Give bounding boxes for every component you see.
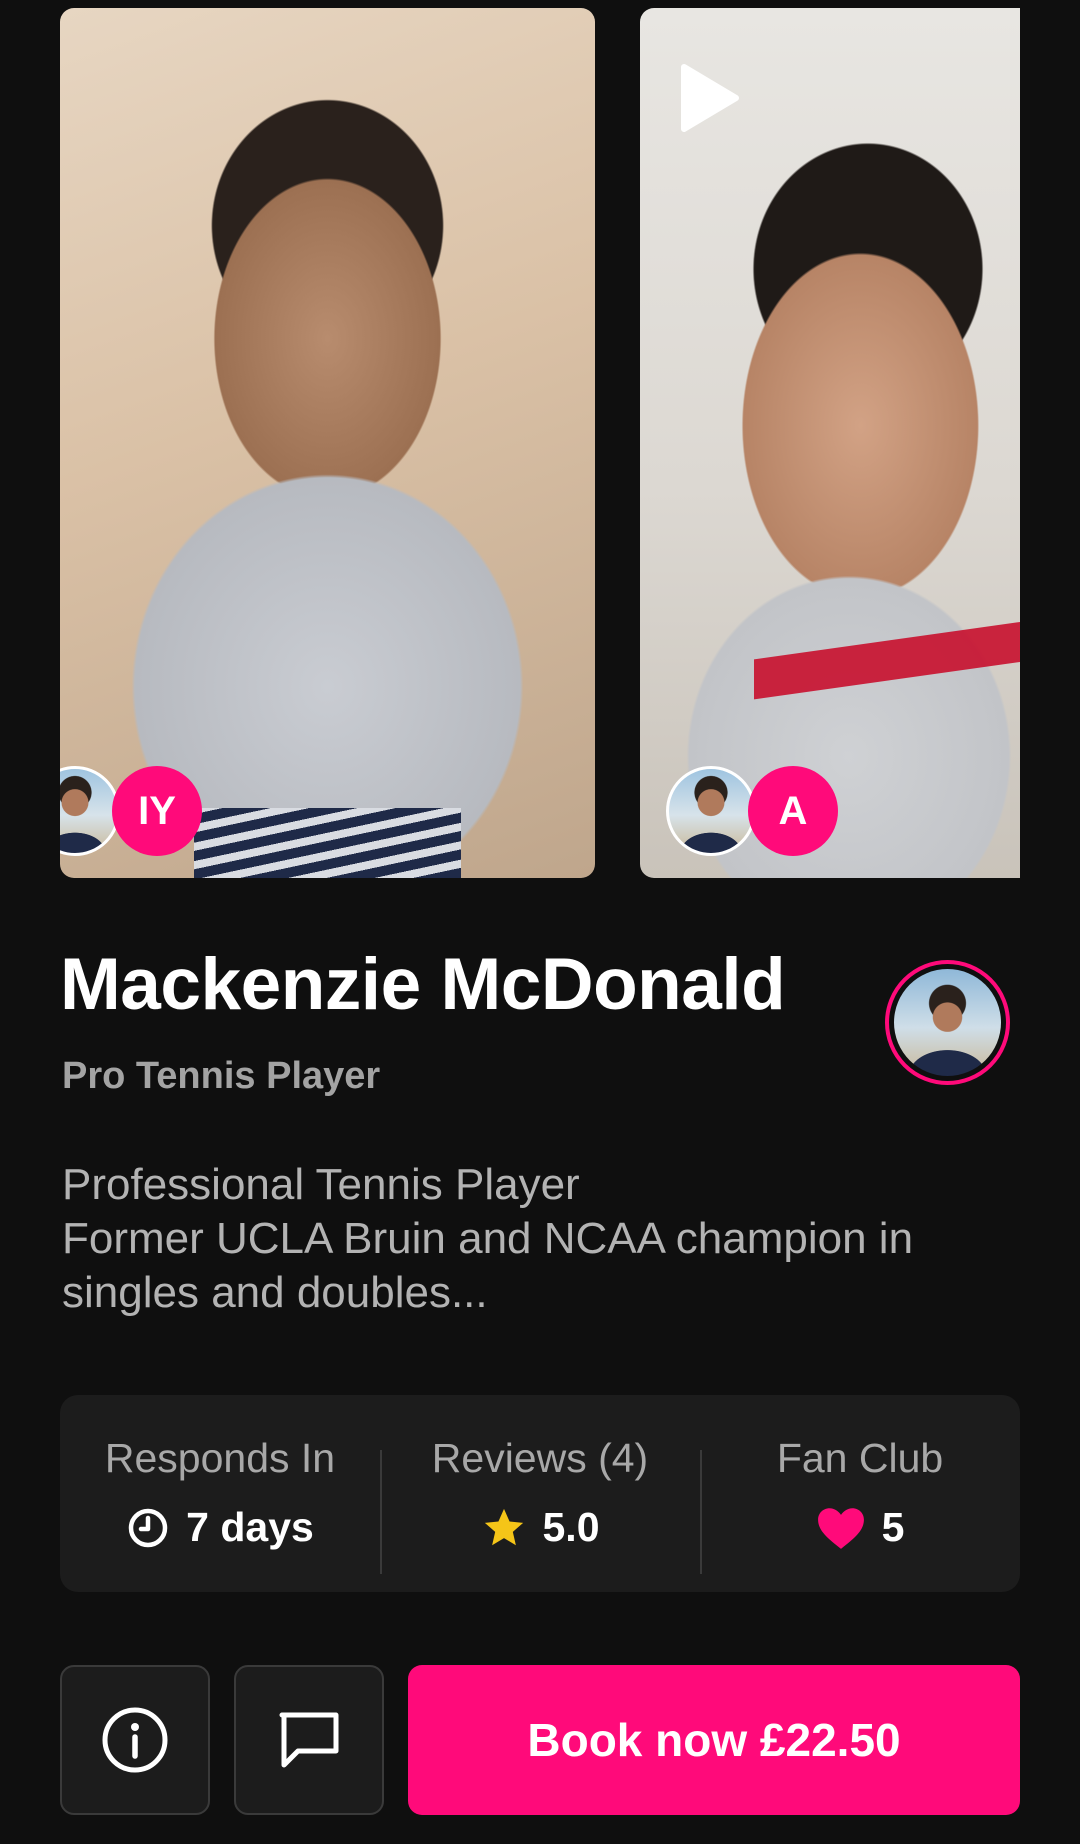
star-icon bbox=[484, 1508, 523, 1545]
fan-club-label: Fan Club bbox=[776, 1434, 944, 1481]
avatar-image bbox=[894, 969, 1001, 1076]
fan-club-count: 5 bbox=[881, 1504, 905, 1550]
talent-profile-page: IY A Mackenzie McDonald Pro Tennis Playe… bbox=[0, 0, 1080, 1844]
reviews-stat[interactable]: Reviews (4) 5.0 bbox=[380, 1432, 700, 1574]
info-button[interactable] bbox=[60, 1665, 210, 1815]
fan-club-stat[interactable]: Fan Club 5 bbox=[700, 1432, 1020, 1574]
book-now-button[interactable]: Book now £22.50 bbox=[408, 1665, 1020, 1815]
shirt-collar bbox=[754, 616, 1020, 700]
responds-in-value: 7 days bbox=[186, 1504, 314, 1550]
bio-line: singles and doubles... bbox=[62, 1268, 488, 1317]
message-button[interactable] bbox=[234, 1665, 384, 1815]
talent-name: Mackenzie McDonald bbox=[60, 944, 786, 1025]
talent-category[interactable]: Pro Tennis Player bbox=[62, 1055, 380, 1098]
video-card[interactable]: A bbox=[640, 8, 1020, 878]
video-card[interactable]: IY bbox=[60, 8, 595, 878]
clock-icon bbox=[128, 1508, 168, 1547]
shirt-graphic bbox=[193, 808, 462, 878]
bio-text[interactable]: Professional Tennis Player Former UCLA B… bbox=[62, 1158, 1022, 1320]
rating-value: 5.0 bbox=[542, 1504, 600, 1550]
bio-line: Professional Tennis Player bbox=[62, 1160, 580, 1209]
heart-icon bbox=[817, 1507, 864, 1549]
reviews-label: Reviews (4) bbox=[431, 1434, 649, 1481]
responds-in-label: Responds In bbox=[104, 1434, 336, 1481]
responds-in-stat: Responds In 7 days bbox=[60, 1432, 380, 1556]
requester-initials-badge: IY bbox=[112, 766, 202, 856]
requester-initials-badge: A bbox=[748, 766, 838, 856]
info-icon bbox=[102, 1707, 168, 1773]
bio-line: Former UCLA Bruin and NCAA champion in bbox=[62, 1214, 914, 1263]
talent-avatar-thumb bbox=[666, 766, 756, 856]
profile-avatar[interactable] bbox=[885, 960, 1010, 1085]
stats-card: Responds In 7 days Reviews (4) 5.0 Fan C… bbox=[60, 1395, 1020, 1592]
talent-avatar-thumb bbox=[60, 766, 120, 856]
message-icon bbox=[279, 1712, 339, 1768]
play-icon[interactable] bbox=[680, 63, 740, 133]
